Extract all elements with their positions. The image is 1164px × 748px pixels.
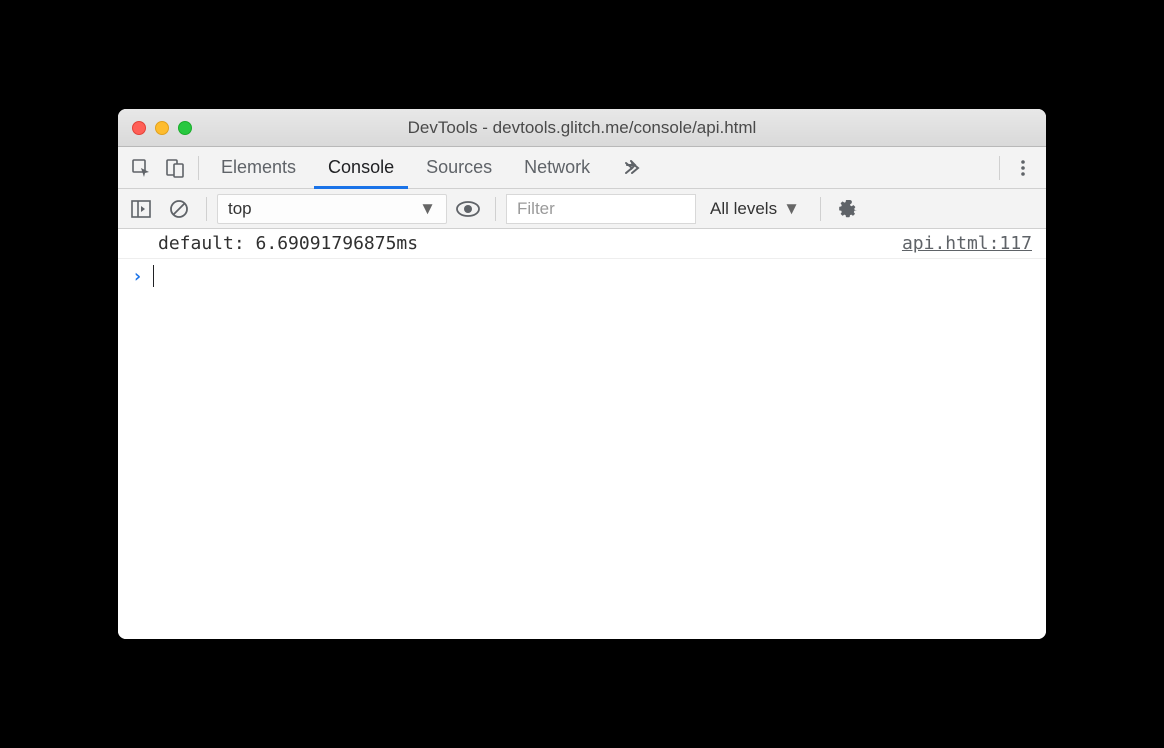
kebab-menu-icon[interactable] <box>1006 151 1040 185</box>
window-title: DevTools - devtools.glitch.me/console/ap… <box>118 118 1046 138</box>
maximize-window-button[interactable] <box>178 121 192 135</box>
tab-network[interactable]: Network <box>508 147 606 188</box>
separator <box>198 156 199 180</box>
main-toolbar: Elements Console Sources Network <box>118 147 1046 189</box>
tab-elements[interactable]: Elements <box>205 147 312 188</box>
inspect-element-icon[interactable] <box>124 151 158 185</box>
clear-console-icon[interactable] <box>162 192 196 226</box>
log-levels-label: All levels <box>710 199 777 219</box>
chevron-right-icon: › <box>132 266 143 287</box>
minimize-window-button[interactable] <box>155 121 169 135</box>
separator <box>206 197 207 221</box>
toggle-device-icon[interactable] <box>158 151 192 185</box>
context-selector[interactable]: top ▼ <box>217 194 447 224</box>
context-selector-label: top <box>228 199 252 219</box>
log-source-link[interactable]: api.html:117 <box>902 233 1032 254</box>
separator <box>495 197 496 221</box>
log-entry[interactable]: default: 6.69091796875ms api.html:117 <box>118 229 1046 259</box>
close-window-button[interactable] <box>132 121 146 135</box>
console-toolbar: top ▼ All levels ▼ <box>118 189 1046 229</box>
live-expression-icon[interactable] <box>451 192 485 226</box>
separator <box>820 197 821 221</box>
dropdown-triangle-icon: ▼ <box>419 199 436 219</box>
text-cursor <box>153 265 155 287</box>
devtools-window: DevTools - devtools.glitch.me/console/ap… <box>118 109 1046 639</box>
console-prompt[interactable]: › <box>118 259 1046 293</box>
tab-console[interactable]: Console <box>312 147 410 188</box>
traffic-lights <box>118 121 192 135</box>
dropdown-triangle-icon: ▼ <box>783 199 800 219</box>
titlebar: DevTools - devtools.glitch.me/console/ap… <box>118 109 1046 147</box>
console-output: default: 6.69091796875ms api.html:117 › <box>118 229 1046 639</box>
separator <box>999 156 1000 180</box>
toggle-sidebar-icon[interactable] <box>124 192 158 226</box>
filter-input[interactable] <box>506 194 696 224</box>
log-message: default: 6.69091796875ms <box>158 233 418 254</box>
more-tabs-button[interactable] <box>606 147 656 188</box>
log-levels-selector[interactable]: All levels ▼ <box>700 199 810 219</box>
panel-tabs: Elements Console Sources Network <box>205 147 656 188</box>
tab-sources[interactable]: Sources <box>410 147 508 188</box>
console-settings-icon[interactable] <box>831 192 865 226</box>
